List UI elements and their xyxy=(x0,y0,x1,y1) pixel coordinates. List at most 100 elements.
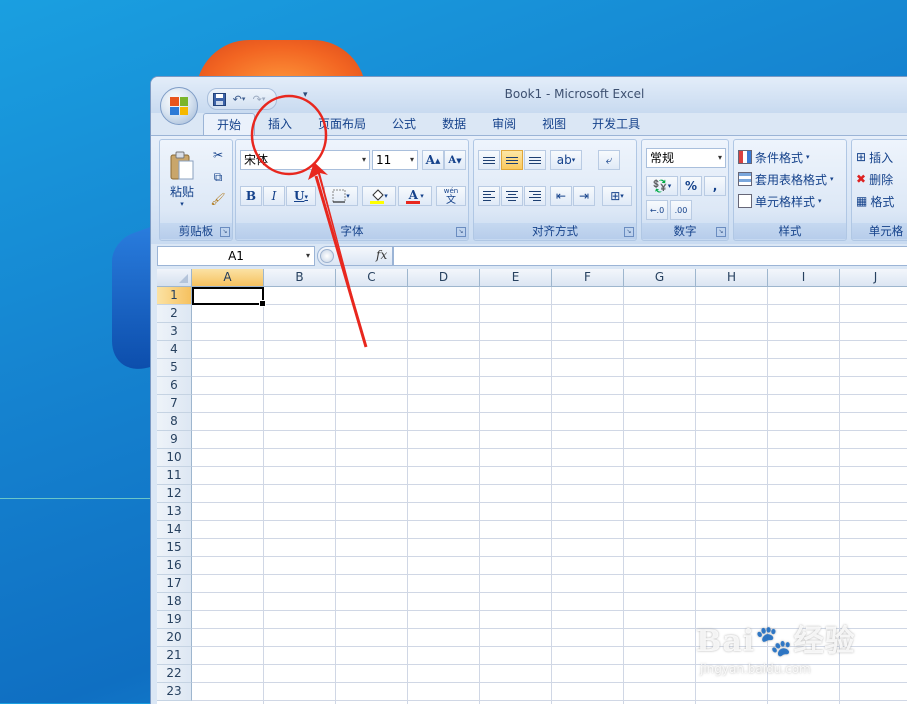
row-header-1[interactable]: 1 xyxy=(157,287,192,305)
row-header-7[interactable]: 7 xyxy=(157,395,192,413)
expand-handle-icon[interactable] xyxy=(320,249,334,263)
align-left-button[interactable] xyxy=(478,186,500,206)
column-header-d[interactable]: D xyxy=(408,269,480,287)
tab-developer[interactable]: 开发工具 xyxy=(579,113,653,135)
format-painter-icon[interactable]: 🖌 xyxy=(208,190,228,208)
percent-button[interactable]: % xyxy=(680,176,702,196)
tab-formulas[interactable]: 公式 xyxy=(379,113,429,135)
row-header-9[interactable]: 9 xyxy=(157,431,192,449)
row-header-4[interactable]: 4 xyxy=(157,341,192,359)
accounting-format-button[interactable]: 💱 ▾ xyxy=(646,176,678,196)
font-size-select[interactable]: 11 ▾ xyxy=(372,150,418,170)
orientation-button[interactable]: ab ▾ xyxy=(550,150,582,170)
insert-cells-button[interactable]: ⊞ 插入 xyxy=(856,148,893,166)
gridline xyxy=(192,340,907,341)
comma-button[interactable]: , xyxy=(704,176,726,196)
undo-icon[interactable]: ↶ ▾ xyxy=(230,91,248,107)
format-as-table-button[interactable]: 套用表格格式 ▾ xyxy=(738,170,834,188)
decrease-decimal-button[interactable]: .00 xyxy=(670,200,692,220)
paste-label: 粘贴 xyxy=(169,184,194,199)
column-header-e[interactable]: E xyxy=(480,269,552,287)
align-middle-button[interactable] xyxy=(501,150,523,170)
insert-function-button[interactable]: fx xyxy=(376,248,387,262)
font-name-select[interactable]: 宋体 ▾ xyxy=(240,150,370,170)
italic-button[interactable]: I xyxy=(263,186,285,206)
column-header-c[interactable]: C xyxy=(336,269,408,287)
row-header-8[interactable]: 8 xyxy=(157,413,192,431)
wrap-text-button[interactable]: ⤶ xyxy=(598,150,620,170)
conditional-formatting-button[interactable]: 条件格式 ▾ xyxy=(738,148,810,166)
align-top-button[interactable] xyxy=(478,150,500,170)
merge-center-button[interactable]: ⊞ ▾ xyxy=(602,186,632,206)
align-right-button[interactable] xyxy=(524,186,546,206)
row-header-12[interactable]: 12 xyxy=(157,485,192,503)
increase-decimal-button[interactable]: ←.0 xyxy=(646,200,668,220)
row-header-5[interactable]: 5 xyxy=(157,359,192,377)
number-launcher-icon[interactable]: ↘ xyxy=(716,227,726,237)
row-header-14[interactable]: 14 xyxy=(157,521,192,539)
grow-font-button[interactable]: A ▲ xyxy=(422,150,444,170)
chevron-down-icon: ▾ xyxy=(717,153,722,162)
shrink-font-button[interactable]: A ▼ xyxy=(444,150,466,170)
save-icon[interactable] xyxy=(210,91,228,107)
row-header-10[interactable]: 10 xyxy=(157,449,192,467)
align-center-button[interactable] xyxy=(501,186,523,206)
row-header-19[interactable]: 19 xyxy=(157,611,192,629)
tab-review[interactable]: 审阅 xyxy=(479,113,529,135)
copy-icon[interactable]: ⧉ xyxy=(208,168,228,186)
font-color-button[interactable]: A ▾ xyxy=(398,186,432,206)
tab-view[interactable]: 视图 xyxy=(529,113,579,135)
row-header-22[interactable]: 22 xyxy=(157,665,192,683)
row-header-21[interactable]: 21 xyxy=(157,647,192,665)
office-button[interactable] xyxy=(160,87,198,125)
column-header-b[interactable]: B xyxy=(264,269,336,287)
font-launcher-icon[interactable]: ↘ xyxy=(456,227,466,237)
column-header-a[interactable]: A xyxy=(192,269,264,287)
delete-cells-button[interactable]: ✖ 删除 xyxy=(856,170,893,188)
column-header-h[interactable]: H xyxy=(696,269,768,287)
bold-button[interactable]: B xyxy=(240,186,262,206)
select-all-button[interactable] xyxy=(157,269,192,287)
row-header-17[interactable]: 17 xyxy=(157,575,192,593)
decrease-indent-button[interactable]: ⇤ xyxy=(550,186,572,206)
increase-indent-button[interactable]: ⇥ xyxy=(573,186,595,206)
tab-data[interactable]: 数据 xyxy=(429,113,479,135)
paste-button[interactable]: 粘贴 ▾ xyxy=(164,144,200,214)
gridline xyxy=(263,287,264,704)
conditional-formatting-icon xyxy=(738,150,752,164)
row-header-23[interactable]: 23 xyxy=(157,683,192,701)
underline-button[interactable]: U ▾ xyxy=(286,186,316,206)
tab-home[interactable]: 开始 xyxy=(203,113,256,136)
row-header-6[interactable]: 6 xyxy=(157,377,192,395)
active-cell[interactable] xyxy=(192,287,266,307)
row-header-11[interactable]: 11 xyxy=(157,467,192,485)
row-header-13[interactable]: 13 xyxy=(157,503,192,521)
fill-color-button[interactable]: ▾ xyxy=(362,186,396,206)
format-cells-button[interactable]: ▦ 格式 xyxy=(856,192,894,210)
paste-icon xyxy=(170,151,194,179)
row-header-16[interactable]: 16 xyxy=(157,557,192,575)
name-box[interactable]: A1 ▾ xyxy=(157,246,315,266)
alignment-launcher-icon[interactable]: ↘ xyxy=(624,227,634,237)
number-format-select[interactable]: 常规 ▾ xyxy=(646,148,726,168)
phonetic-guide-button[interactable]: wén 文 xyxy=(436,186,466,206)
row-header-15[interactable]: 15 xyxy=(157,539,192,557)
cut-icon[interactable]: ✂ xyxy=(208,146,228,164)
row-header-2[interactable]: 2 xyxy=(157,305,192,323)
column-header-i[interactable]: I xyxy=(768,269,840,287)
redo-icon[interactable]: ↷ ▾ xyxy=(250,91,268,107)
align-bottom-button[interactable] xyxy=(524,150,546,170)
row-header-20[interactable]: 20 xyxy=(157,629,192,647)
tab-insert[interactable]: 插入 xyxy=(255,113,305,135)
column-header-g[interactable]: G xyxy=(624,269,696,287)
borders-button[interactable]: ▾ xyxy=(324,186,358,206)
column-header-j[interactable]: J xyxy=(840,269,907,287)
row-header-18[interactable]: 18 xyxy=(157,593,192,611)
formula-input[interactable] xyxy=(393,246,907,266)
column-header-f[interactable]: F xyxy=(552,269,624,287)
clipboard-launcher-icon[interactable]: ↘ xyxy=(220,227,230,237)
cell-styles-button[interactable]: 单元格样式 ▾ xyxy=(738,192,822,210)
row-header-3[interactable]: 3 xyxy=(157,323,192,341)
customize-qat-icon[interactable]: ▾ xyxy=(303,90,308,100)
tab-page-layout[interactable]: 页面布局 xyxy=(305,113,379,135)
